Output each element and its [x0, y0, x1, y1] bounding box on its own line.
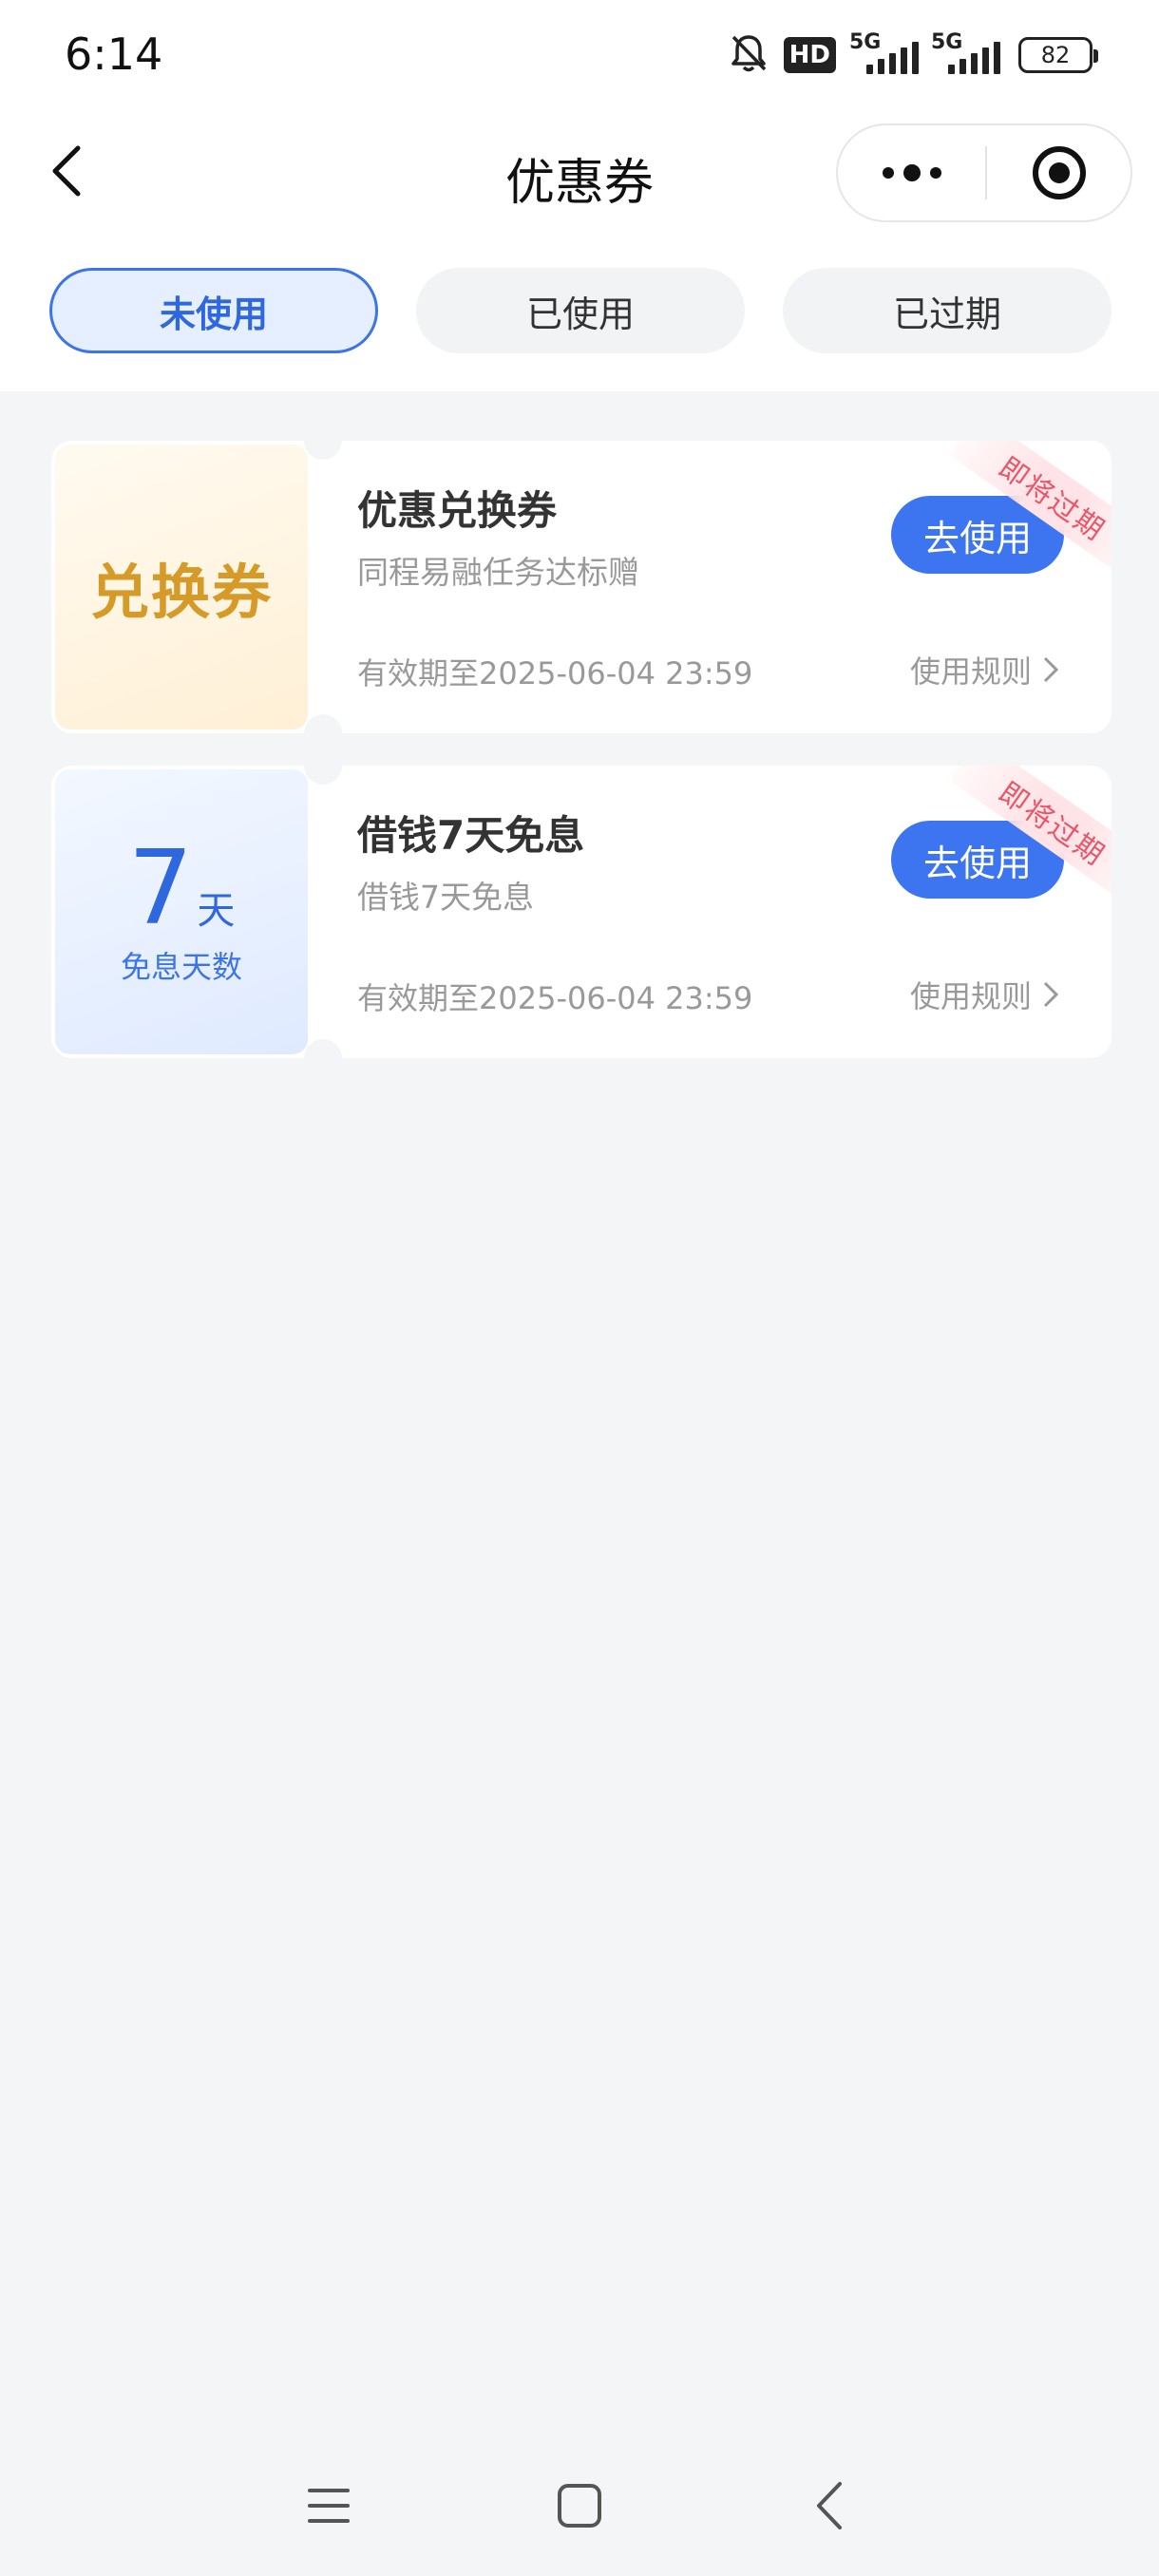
- stub-title: 兑换券: [89, 558, 273, 627]
- coupon-title: 借钱7天免息: [357, 812, 585, 859]
- coupon-card-interest-free[interactable]: 7 天 免息天数 借钱7天免息 借钱7天免息 有效期至2025-06-04 23…: [51, 766, 1112, 1058]
- tab-expired[interactable]: 已过期: [783, 268, 1112, 353]
- system-back-button[interactable]: [802, 2477, 859, 2534]
- chevron-right-icon: [1043, 656, 1059, 683]
- home-button[interactable]: [551, 2477, 608, 2534]
- usage-rules-link[interactable]: 使用规则: [910, 973, 1060, 1016]
- usage-rules-link[interactable]: 使用规则: [910, 648, 1060, 691]
- tab-used[interactable]: 已使用: [416, 268, 745, 353]
- mute-bell-icon: [727, 31, 770, 79]
- chevron-right-icon: [1043, 981, 1059, 1008]
- back-triangle-icon: [817, 2482, 842, 2529]
- hd-badge: HD: [783, 37, 836, 73]
- coupon-validity: 有效期至2025-06-04 23:59: [357, 655, 753, 691]
- status-time: 6:14: [65, 28, 163, 80]
- close-target-button[interactable]: [987, 125, 1130, 220]
- home-square-icon: [558, 2484, 601, 2528]
- battery-icon: 82: [1018, 37, 1098, 73]
- signal-icon: 5G: [849, 30, 919, 78]
- menu-icon: [308, 2489, 350, 2523]
- coupon-stub: 7 天 免息天数: [55, 769, 308, 1054]
- target-icon: [1032, 146, 1086, 199]
- menu-button[interactable]: [300, 2477, 357, 2534]
- coupon-subtitle: 同程易融任务达标赠: [357, 554, 639, 591]
- mini-program-capsule: [836, 123, 1132, 222]
- coupon-subtitle: 借钱7天免息: [357, 879, 534, 916]
- system-nav-bar: [0, 2451, 1159, 2555]
- tab-unused[interactable]: 未使用: [49, 268, 378, 353]
- coupon-stub: 兑换券: [55, 445, 308, 729]
- days-caption: 免息天数: [120, 949, 242, 985]
- days-value: 7 天: [127, 829, 236, 948]
- signal-icon-2: 5G: [931, 30, 1000, 78]
- more-button[interactable]: [838, 125, 985, 220]
- coupon-card-exchange[interactable]: 兑换券 优惠兑换券 同程易融任务达标赠 有效期至2025-06-04 23:59…: [51, 441, 1112, 733]
- status-icons: HD 5G 5G 82: [727, 30, 1098, 80]
- coupon-validity: 有效期至2025-06-04 23:59: [357, 980, 753, 1016]
- coupon-title: 优惠兑换券: [357, 487, 558, 534]
